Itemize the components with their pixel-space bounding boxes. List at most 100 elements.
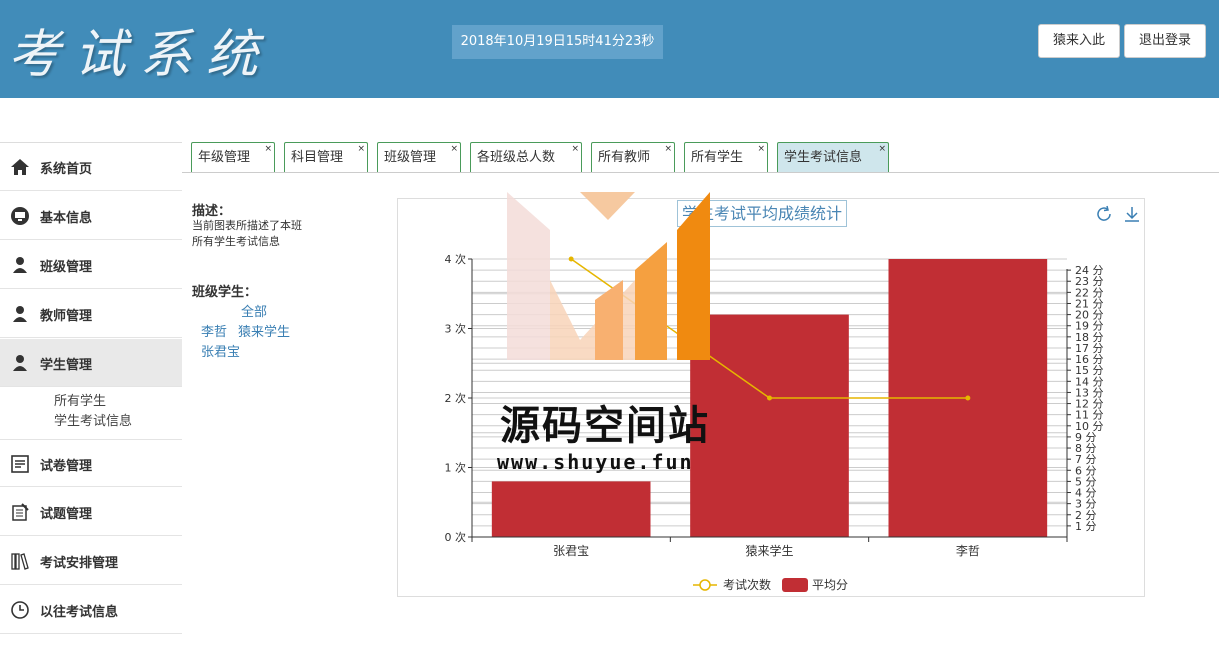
y-right-tick-label: 9 分 <box>1075 431 1097 444</box>
yuanlai-button[interactable]: 猿来入此 <box>1038 24 1120 58</box>
student-link-zhangjunbao[interactable]: 张君宝 <box>201 341 240 360</box>
description-text: 当前图表所描述了本班 所有学生考试信息 <box>192 219 302 248</box>
sidebar-item-basic-info[interactable]: 基本信息 <box>0 192 182 240</box>
sidebar-item-exam-schedule[interactable]: 考试安排管理 <box>0 537 182 585</box>
user-icon <box>13 257 27 273</box>
legend-bar-symbol <box>782 578 808 592</box>
x-tick-label: 猿来学生 <box>745 543 793 558</box>
close-icon[interactable]: × <box>757 134 765 164</box>
sub-item-exam-info[interactable]: 学生考试信息 <box>54 410 132 429</box>
y-left-tick-label: 3 次 <box>445 322 467 336</box>
app-logo: 考试系统 <box>8 25 273 85</box>
sidebar: 系统首页 基本信息 班级管理 教师管理 学生管理 所有学生 学生考试信息 试卷管… <box>0 142 182 670</box>
refresh-icon[interactable] <box>1095 205 1113 223</box>
line-point <box>965 395 971 401</box>
student-link-all[interactable]: 全部 <box>241 301 267 320</box>
y-right-tick-label: 16 分 <box>1075 353 1104 366</box>
tab-label: 各班级总人数 <box>477 150 556 165</box>
watermark-text: 源码空间站 <box>500 403 710 449</box>
y-right-tick-label: 7 分 <box>1075 453 1097 466</box>
legend-label: 平均分 <box>812 578 848 592</box>
x-tick-label: 李哲 <box>956 543 980 558</box>
y-right-tick-label: 1 分 <box>1075 520 1097 533</box>
close-icon[interactable]: × <box>264 134 272 164</box>
x-tick-label: 张君宝 <box>553 544 589 558</box>
sidebar-item-class[interactable]: 班级管理 <box>0 241 182 289</box>
description-heading: 描述： <box>192 204 232 219</box>
clock-icon <box>11 601 29 619</box>
legend-line-marker <box>699 579 711 591</box>
logout-button[interactable]: 退出登录 <box>1124 24 1206 58</box>
student-link-yuanlai[interactable]: 猿来学生 <box>238 321 290 340</box>
y-right-tick-label: 17 分 <box>1075 342 1104 355</box>
y-right-tick-label: 19 分 <box>1075 320 1104 333</box>
sidebar-item-student[interactable]: 学生管理 <box>0 339 182 387</box>
user-icon <box>13 355 27 371</box>
sidebar-item-paper[interactable]: 试卷管理 <box>0 439 182 487</box>
current-datetime: 2018年10月19日15时41分23秒 <box>452 25 663 59</box>
y-right-tick-label: 21 分 <box>1075 297 1104 310</box>
student-link-lizhe[interactable]: 李哲 <box>201 321 227 340</box>
y-right-tick-label: 5 分 <box>1075 475 1097 488</box>
bar <box>491 481 651 537</box>
close-icon[interactable]: × <box>878 134 886 164</box>
y-right-tick-label: 14 分 <box>1075 375 1104 388</box>
close-icon[interactable]: × <box>357 134 365 164</box>
y-right-tick-label: 8 分 <box>1075 442 1097 455</box>
monitor-icon <box>11 207 29 225</box>
y-right-tick-label: 18 分 <box>1075 331 1104 344</box>
tab-label: 所有教师 <box>598 150 651 165</box>
tab-label: 学生考试信息 <box>784 150 863 165</box>
sidebar-item-label: 教师管理 <box>40 309 93 324</box>
tab-label: 年级管理 <box>198 150 251 165</box>
sidebar-item-past-exams[interactable]: 以往考试信息 <box>0 586 182 634</box>
class-students-heading: 班级学生： <box>192 285 258 300</box>
close-icon[interactable]: × <box>571 134 579 164</box>
sidebar-item-label: 试题管理 <box>40 507 93 522</box>
y-right-tick-label: 15 分 <box>1075 364 1104 377</box>
y-right-tick-label: 23 分 <box>1075 275 1104 288</box>
sidebar-item-label: 以往考试信息 <box>40 605 119 620</box>
sidebar-item-teacher[interactable]: 教师管理 <box>0 290 182 338</box>
sidebar-item-label: 试卷管理 <box>40 459 93 474</box>
sidebar-item-label: 考试安排管理 <box>40 556 119 571</box>
tab-bar: 年级管理 × 科目管理 × 班级管理 × 各班级总人数 × 所有教师 × 所有学生 × 学生… <box>182 142 1219 173</box>
sub-item-all-students[interactable]: 所有学生 <box>54 390 106 409</box>
sidebar-item-label: 学生管理 <box>40 358 93 373</box>
close-icon[interactable]: × <box>664 134 672 164</box>
y-left-tick-label: 0 次 <box>445 530 467 544</box>
watermark-logo <box>507 192 710 360</box>
tab-teachers[interactable]: 所有教师 × <box>591 142 675 172</box>
y-right-tick-label: 10 分 <box>1075 420 1104 433</box>
y-right-tick-label: 13 分 <box>1075 386 1104 399</box>
app-header: 考试系统 2018年10月19日15时41分23秒 猿来入此 退出登录 <box>0 0 1219 98</box>
tab-label: 班级管理 <box>384 150 437 165</box>
tab-class[interactable]: 班级管理 × <box>377 142 461 172</box>
close-icon[interactable]: × <box>450 134 458 164</box>
tab-subject[interactable]: 科目管理 × <box>284 142 368 172</box>
y-right-tick-label: 3 分 <box>1075 498 1097 511</box>
y-left-tick-label: 4 次 <box>445 252 467 266</box>
y-right-tick-label: 4 分 <box>1075 487 1097 500</box>
y-left-tick-label: 2 次 <box>445 391 467 405</box>
tab-students[interactable]: 所有学生 × <box>684 142 768 172</box>
tab-label: 所有学生 <box>691 150 744 165</box>
y-right-tick-label: 12 分 <box>1075 398 1104 411</box>
y-right-tick-label: 24 分 <box>1075 264 1104 277</box>
sidebar-item-label: 基本信息 <box>40 211 93 226</box>
tab-exam-info[interactable]: 学生考试信息 × <box>777 142 889 172</box>
question-icon <box>12 503 29 521</box>
sidebar-item-question[interactable]: 试题管理 <box>0 488 182 536</box>
line-point <box>767 395 772 401</box>
sidebar-item-home[interactable]: 系统首页 <box>0 143 182 191</box>
y-right-tick-label: 11 分 <box>1075 409 1104 422</box>
tab-class-total[interactable]: 各班级总人数 × <box>470 142 582 172</box>
tab-label: 科目管理 <box>291 150 344 165</box>
paper-icon <box>11 455 29 473</box>
user-icon <box>13 306 27 322</box>
books-icon <box>11 553 29 570</box>
download-icon[interactable] <box>1123 205 1141 223</box>
legend-label: 考试次数 <box>723 577 771 592</box>
y-right-tick-label: 20 分 <box>1075 309 1104 322</box>
tab-grade[interactable]: 年级管理 × <box>191 142 275 172</box>
